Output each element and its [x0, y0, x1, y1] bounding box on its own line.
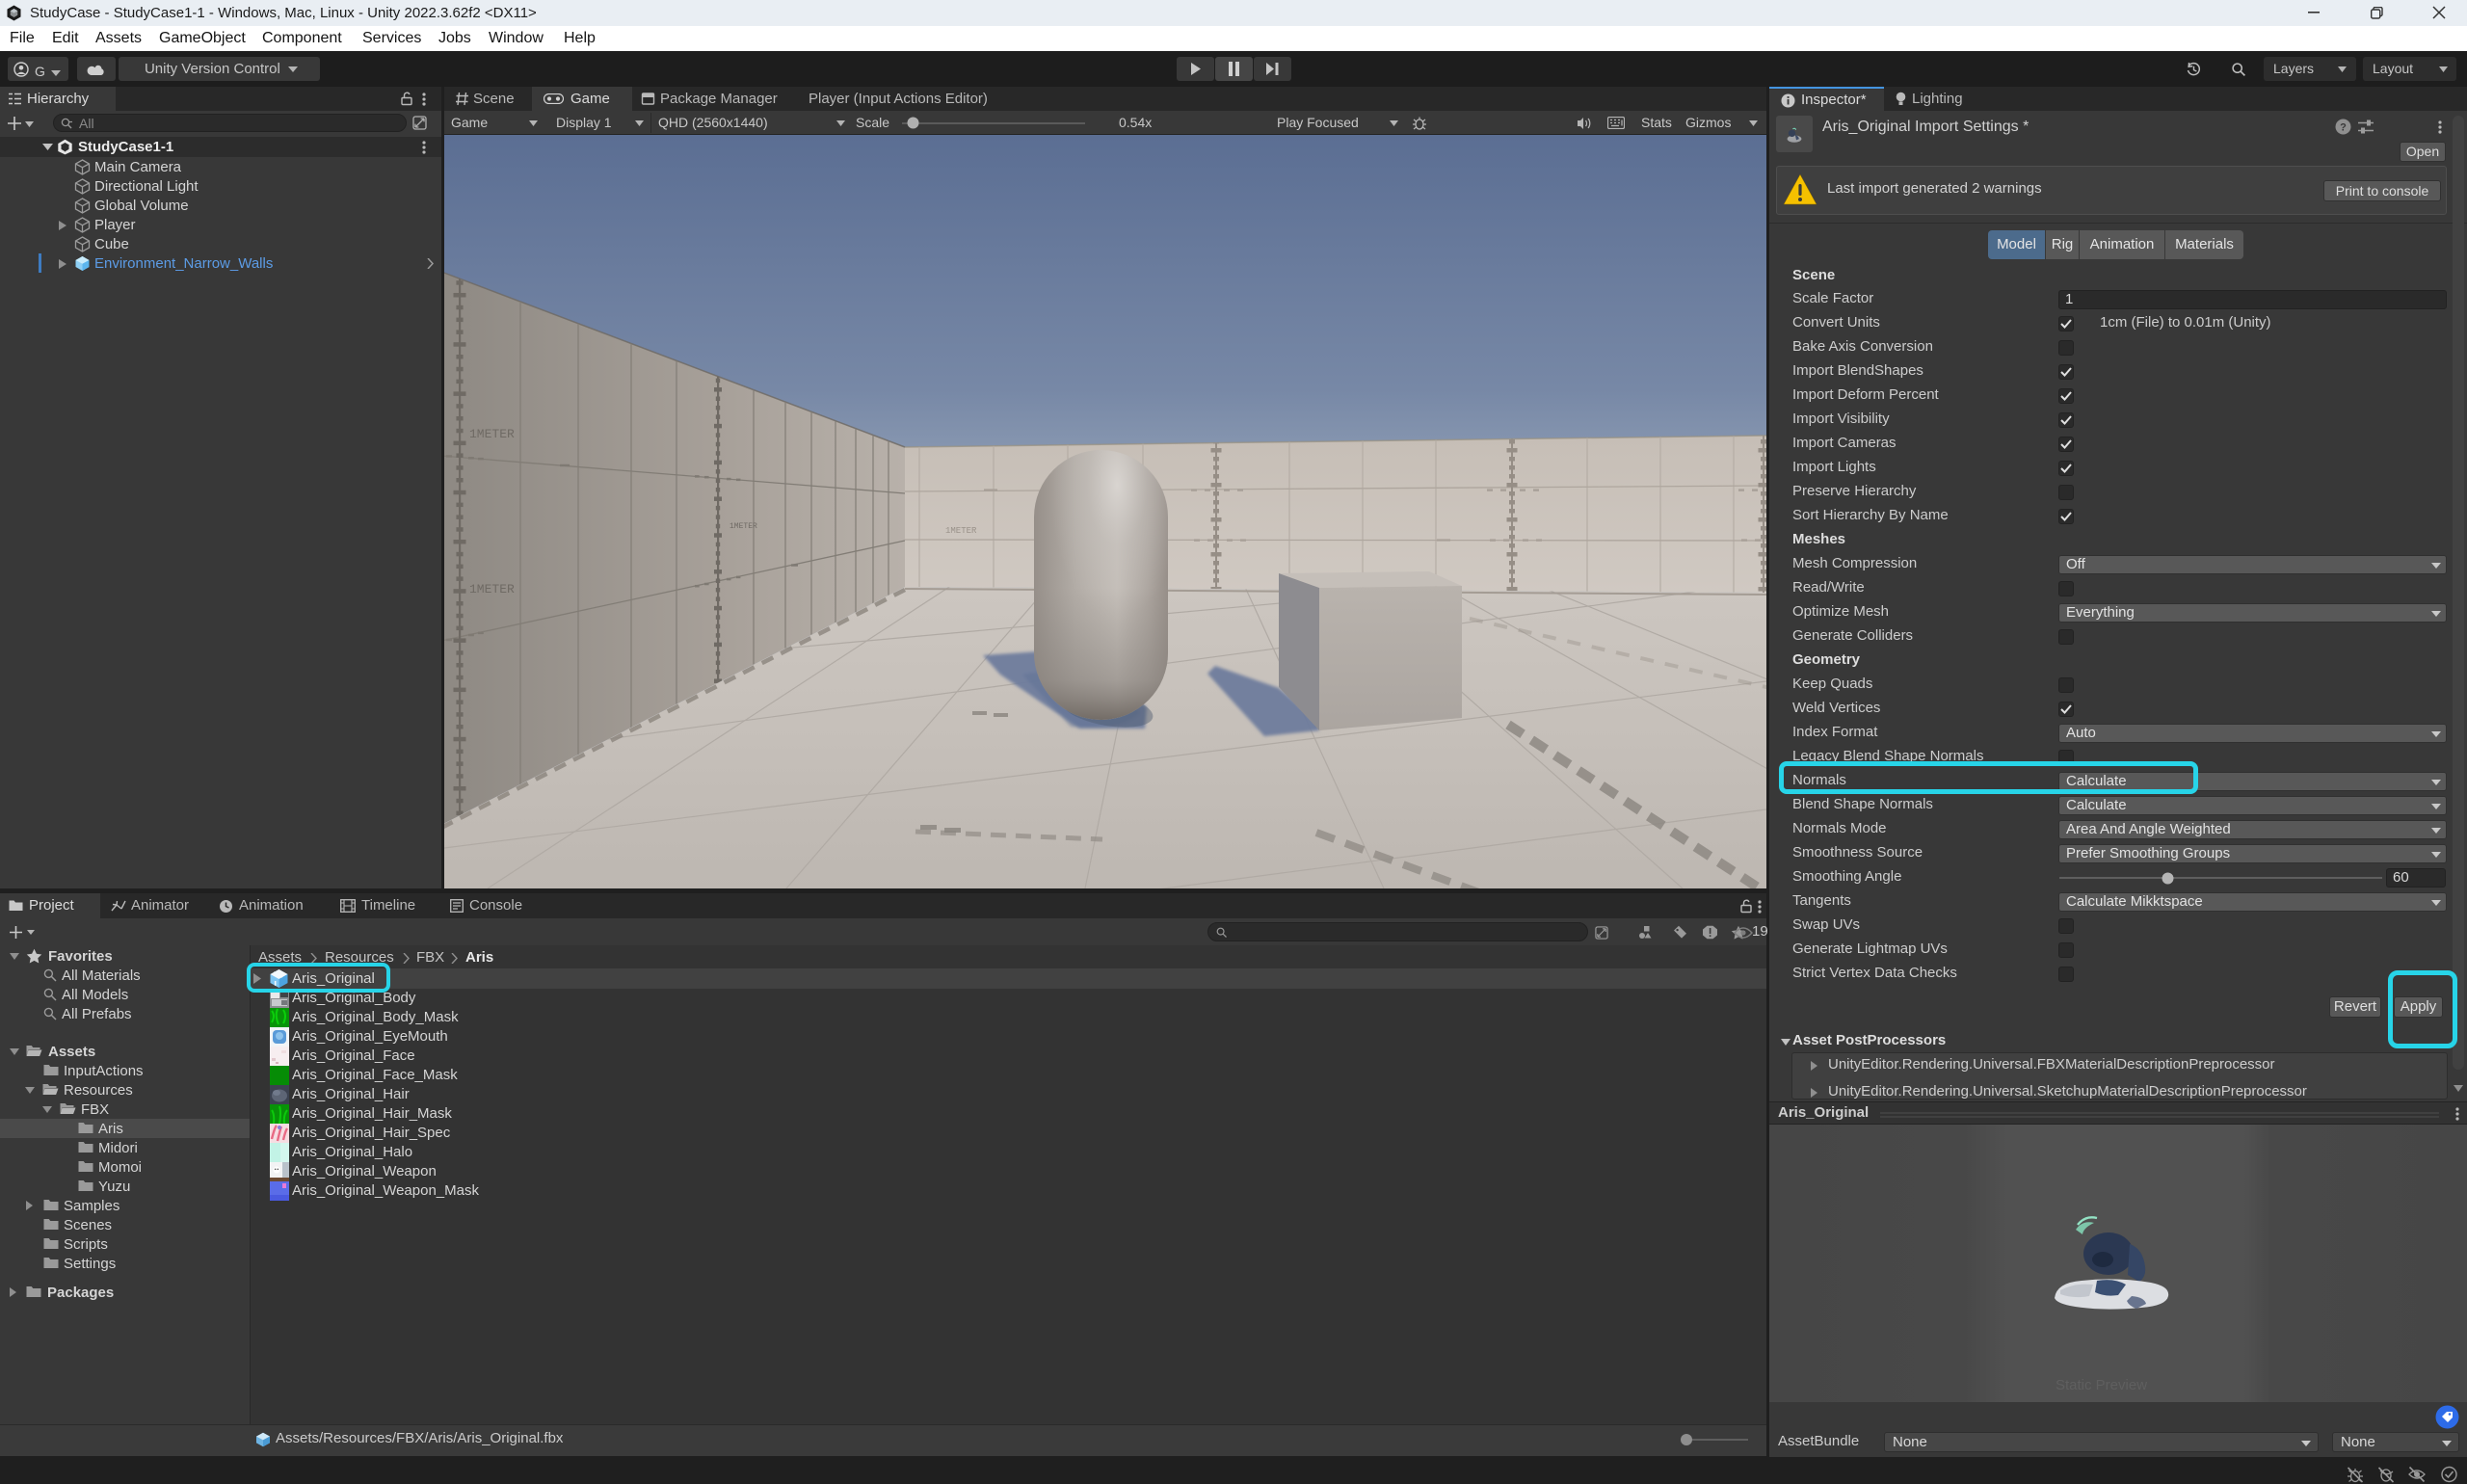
svg-text:1METER: 1METER: [469, 582, 515, 596]
svg-text:1METER: 1METER: [729, 522, 757, 531]
svg-text:1METER: 1METER: [469, 427, 515, 441]
svg-text:1METER: 1METER: [945, 526, 977, 536]
svg-text:?: ?: [2340, 122, 2347, 134]
